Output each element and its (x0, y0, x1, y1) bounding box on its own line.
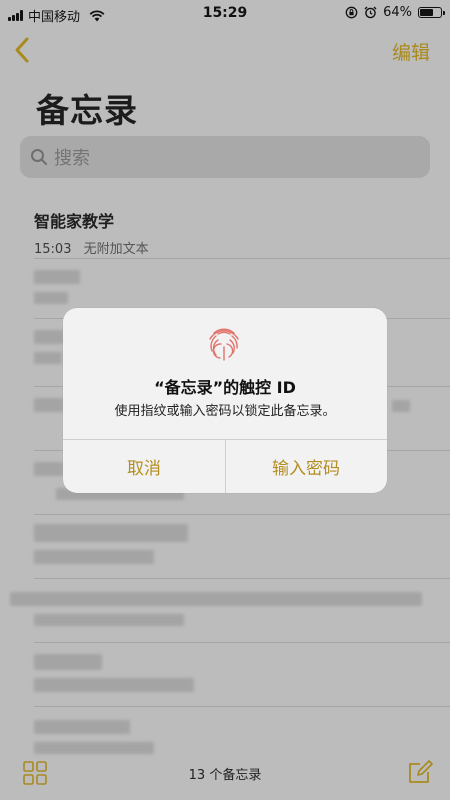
list-divider (34, 514, 450, 515)
note-preview: 无附加文本 (83, 242, 149, 257)
alarm-icon (364, 6, 377, 19)
obscured-text (34, 398, 64, 412)
list-divider (34, 642, 450, 643)
dialog-title: “备忘录”的触控 ID (154, 378, 296, 397)
obscured-text (34, 550, 154, 564)
search-input[interactable]: 搜索 (20, 136, 430, 178)
obscured-text (34, 330, 64, 344)
list-divider (34, 578, 450, 579)
obscured-text (34, 352, 62, 364)
note-time: 15:03 (34, 242, 72, 257)
note-count: 13 个备忘录 (188, 768, 262, 783)
obscured-text (34, 462, 64, 476)
touch-id-dialog: “备忘录”的触控 ID 使用指纹或输入密码以锁定此备忘录。 取消 输入密码 (63, 308, 387, 493)
notes-screen: 中国移动 15:29 64% 编辑 备忘录 搜索 智能家教学 15:03 无附加… (0, 0, 450, 800)
list-divider (34, 706, 450, 707)
battery-icon (418, 7, 445, 18)
cancel-button[interactable]: 取消 (63, 439, 225, 493)
status-bar: 中国移动 15:29 64% (0, 0, 450, 28)
obscured-text (10, 592, 422, 606)
battery-percent: 64% (383, 5, 412, 20)
page-title: 备忘录 (36, 91, 138, 130)
rotation-lock-icon (345, 6, 358, 19)
edit-button[interactable]: 编辑 (392, 38, 430, 65)
fingerprint-icon (209, 328, 239, 361)
obscured-text (34, 270, 80, 284)
obscured-text (34, 678, 194, 692)
status-right: 64% (345, 5, 445, 20)
list-divider (34, 258, 450, 259)
obscured-text (34, 524, 188, 542)
compose-icon[interactable] (406, 758, 434, 786)
obscured-text (34, 614, 184, 626)
note-subtitle: 15:03 无附加文本 (34, 238, 149, 257)
search-placeholder: 搜索 (54, 148, 90, 169)
search-icon (31, 149, 47, 165)
obscured-text (34, 292, 68, 304)
list-item[interactable]: 智能家教学 15:03 无附加文本 (34, 208, 149, 257)
note-title: 智能家教学 (34, 212, 115, 231)
back-chevron-icon[interactable] (12, 36, 32, 64)
bottom-toolbar: 13 个备忘录 (0, 748, 450, 800)
dialog-message: 使用指纹或输入密码以锁定此备忘录。 (114, 404, 336, 419)
enter-password-button[interactable]: 输入密码 (225, 439, 387, 493)
obscured-text (34, 720, 130, 734)
battery-fill (420, 9, 433, 16)
obscured-text (34, 654, 102, 670)
obscured-text (392, 400, 410, 412)
